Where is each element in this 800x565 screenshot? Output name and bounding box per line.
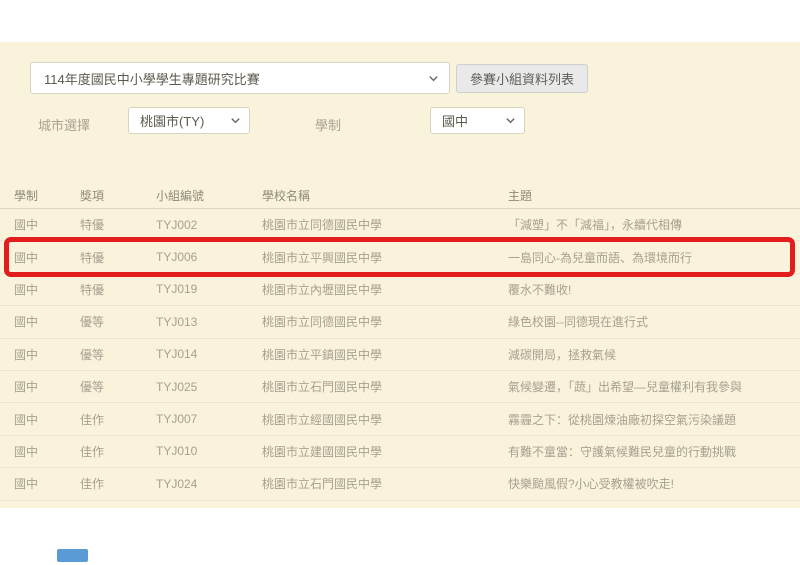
cell-school: 桃園市立平興國民中學 — [262, 249, 508, 266]
cell-group_id: TYJ014 — [156, 347, 262, 361]
level-select-value: 國中 — [442, 111, 499, 130]
table-row[interactable]: 國中特優TYJ019桃園市立內壢國民中學覆水不難收! — [0, 274, 800, 306]
cell-school: 桃園市立平鎮國民中學 — [262, 346, 508, 363]
city-select-value: 桃園市(TY) — [140, 111, 224, 130]
cell-school: 桃園市立經國國民中學 — [262, 411, 508, 428]
table-row[interactable]: 國中佳作TYJ007桃園市立經國國民中學霧霾之下：從桃園煉油廠初探空氣污染議題 — [0, 403, 800, 435]
table-row[interactable]: 國中優等TYJ013桃園市立同德國民中學綠色校園--同德現在進行式 — [0, 306, 800, 338]
cell-topic: 一島同心-為兒童而語、為環境而行 — [508, 249, 800, 266]
footer-blue-marker — [57, 549, 88, 562]
table-header-row: 學制 獎項 小組編號 學校名稱 主題 — [0, 183, 800, 209]
cell-group_id: TYJ010 — [156, 444, 262, 458]
city-select[interactable]: 桃園市(TY) — [128, 107, 250, 134]
cell-level: 國中 — [14, 346, 80, 363]
column-header-award: 獎項 — [80, 187, 156, 204]
cell-topic: 氣候變遷，「蔬」出希望—兒童權利有我參與 — [508, 378, 800, 395]
cell-level: 國中 — [14, 475, 80, 492]
cell-topic: 快樂颱風假?小心受教權被吹走! — [508, 475, 800, 492]
level-select[interactable]: 國中 — [430, 107, 525, 134]
cell-level: 國中 — [14, 313, 80, 330]
cell-topic: 綠色校園--同德現在進行式 — [508, 313, 800, 330]
cell-topic: 有難不童當：守護氣候難民兒童的行動挑戰 — [508, 443, 800, 460]
level-select-label: 學制 — [315, 115, 341, 134]
chevron-down-icon — [505, 115, 516, 126]
cell-school: 桃園市立同德國民中學 — [262, 313, 508, 330]
chevron-down-icon — [230, 115, 241, 126]
column-header-topic: 主題 — [508, 187, 800, 204]
cell-level: 國中 — [14, 378, 80, 395]
cell-award: 特優 — [80, 216, 156, 233]
table-row[interactable]: 國中特優TYJ002桃園市立同德國民中學「減塑」不「減福」，永續代相傳 — [0, 209, 800, 241]
cell-award: 佳作 — [80, 443, 156, 460]
cell-award: 優等 — [80, 313, 156, 330]
cell-level: 國中 — [14, 249, 80, 266]
cell-topic: 覆水不難收! — [508, 281, 800, 298]
cell-school: 桃園市立石門國民中學 — [262, 378, 508, 395]
column-header-level: 學制 — [14, 187, 80, 204]
column-header-group-id: 小組編號 — [156, 187, 262, 204]
cell-school: 桃園市立內壢國民中學 — [262, 281, 508, 298]
cell-level: 國中 — [14, 411, 80, 428]
cell-award: 佳作 — [80, 411, 156, 428]
cell-award: 佳作 — [80, 475, 156, 492]
table-row[interactable]: 國中佳作TYJ010桃園市立建國國民中學有難不童當：守護氣候難民兒童的行動挑戰 — [0, 436, 800, 468]
column-header-school: 學校名稱 — [262, 187, 508, 204]
table-row[interactable]: 國中佳作TYJ024桃園市立石門國民中學快樂颱風假?小心受教權被吹走! — [0, 468, 800, 500]
group-data-list-button[interactable]: 參賽小組資料列表 — [456, 64, 588, 93]
chevron-down-icon — [428, 73, 439, 84]
cell-topic: 霧霾之下：從桃園煉油廠初探空氣污染議題 — [508, 411, 800, 428]
cell-group_id: TYJ002 — [156, 218, 262, 232]
cell-school: 桃園市立建國國民中學 — [262, 443, 508, 460]
table-row[interactable]: 國中優等TYJ025桃園市立石門國民中學氣候變遷，「蔬」出希望—兒童權利有我參與 — [0, 371, 800, 403]
content-panel: 114年度國民中小學學生專題研究比賽 參賽小組資料列表 城市選擇 桃園市(TY)… — [0, 42, 800, 508]
table-row[interactable]: 國中優等TYJ014桃園市立平鎮國民中學減碳開局，拯救氣候 — [0, 339, 800, 371]
cell-group_id: TYJ025 — [156, 380, 262, 394]
cell-award: 特優 — [80, 281, 156, 298]
table-row[interactable]: 國中特優TYJ006桃園市立平興國民中學一島同心-為兒童而語、為環境而行 — [0, 241, 800, 273]
page: 114年度國民中小學學生專題研究比賽 參賽小組資料列表 城市選擇 桃園市(TY)… — [0, 0, 800, 565]
cell-school: 桃園市立同德國民中學 — [262, 216, 508, 233]
cell-award: 優等 — [80, 378, 156, 395]
cell-group_id: TYJ013 — [156, 315, 262, 329]
cell-group_id: TYJ007 — [156, 412, 262, 426]
cell-award: 特優 — [80, 249, 156, 266]
group-data-list-button-label: 參賽小組資料列表 — [470, 69, 574, 88]
cell-school: 桃園市立石門國民中學 — [262, 475, 508, 492]
competition-select[interactable]: 114年度國民中小學學生專題研究比賽 — [30, 62, 450, 94]
cell-level: 國中 — [14, 443, 80, 460]
cell-level: 國中 — [14, 216, 80, 233]
cell-award: 優等 — [80, 346, 156, 363]
cell-topic: 減碳開局，拯救氣候 — [508, 346, 800, 363]
city-select-label: 城市選擇 — [38, 115, 90, 134]
cell-topic: 「減塑」不「減福」，永續代相傳 — [508, 216, 800, 233]
competition-select-value: 114年度國民中小學學生專題研究比賽 — [44, 69, 422, 88]
cell-group_id: TYJ024 — [156, 477, 262, 491]
results-table: 學制 獎項 小組編號 學校名稱 主題 國中特優TYJ002桃園市立同德國民中學「… — [0, 183, 800, 501]
table-body: 國中特優TYJ002桃園市立同德國民中學「減塑」不「減福」，永續代相傳國中特優T… — [0, 209, 800, 501]
cell-group_id: TYJ019 — [156, 282, 262, 296]
cell-level: 國中 — [14, 281, 80, 298]
cell-group_id: TYJ006 — [156, 250, 262, 264]
